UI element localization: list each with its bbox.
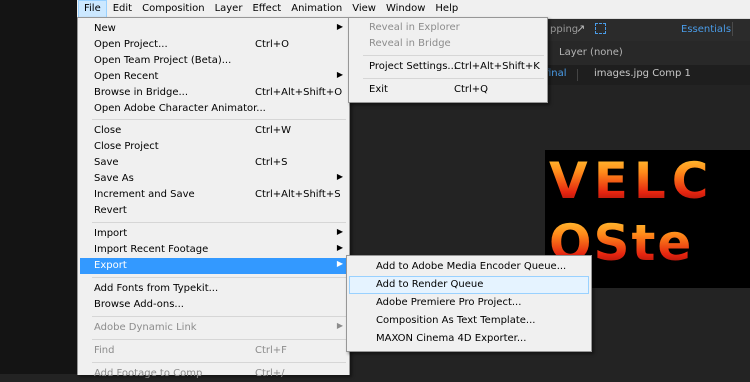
menu-item-revert[interactable]: Revert xyxy=(80,203,347,219)
submenu-arrow-icon: ▶ xyxy=(336,172,343,181)
comp-text-line-1: VELC xyxy=(549,152,715,210)
menu-effect[interactable]: Effect xyxy=(247,0,286,18)
menu-item-new[interactable]: New ▶ xyxy=(80,21,347,37)
menu-view[interactable]: View xyxy=(347,0,381,18)
snap-box-icon[interactable] xyxy=(595,23,606,34)
menu-item-browse-in-bridge[interactable]: Browse in Bridge... Ctrl+Alt+Shift+O xyxy=(80,85,347,101)
workspace-divider xyxy=(732,22,733,36)
menu-item-reveal-in-explorer[interactable]: Reveal in Explorer xyxy=(351,20,545,36)
submenu-arrow-icon: ▶ xyxy=(336,259,343,268)
menu-help[interactable]: Help xyxy=(430,0,463,18)
menu-edit[interactable]: Edit xyxy=(108,0,137,18)
menu-separator xyxy=(92,119,346,120)
submenu-arrow-icon: ▶ xyxy=(336,70,343,79)
menu-item-find[interactable]: Find Ctrl+F xyxy=(80,343,347,359)
menu-item-import[interactable]: Import ▶ xyxy=(80,226,347,242)
menu-item-open-character-animator[interactable]: Open Adobe Character Animator... xyxy=(80,101,347,117)
menu-separator xyxy=(92,339,346,340)
menu-separator xyxy=(363,55,544,56)
menu-item-premiere-pro-project[interactable]: Adobe Premiere Pro Project... xyxy=(349,295,589,311)
tab-divider xyxy=(577,69,578,81)
composition-tabs: final images.jpg Comp 1 xyxy=(545,65,750,85)
menu-item-reveal-in-bridge[interactable]: Reveal in Bridge xyxy=(351,36,545,52)
menu-animation[interactable]: Animation xyxy=(286,0,347,18)
submenu-arrow-icon: ▶ xyxy=(336,321,343,330)
menu-file[interactable]: File xyxy=(78,0,107,18)
menu-composition[interactable]: Composition xyxy=(137,0,209,18)
menu-separator xyxy=(92,277,346,278)
menu-item-maxon-cinema-4d-exporter[interactable]: MAXON Cinema 4D Exporter... xyxy=(349,331,589,347)
file-menu-column-2: Reveal in Explorer Reveal in Bridge Proj… xyxy=(348,17,548,103)
menu-item-open-project[interactable]: Open Project... Ctrl+O xyxy=(80,37,347,53)
snapping-arrow-icon[interactable]: ↗ xyxy=(576,22,585,35)
submenu-arrow-icon: ▶ xyxy=(336,22,343,31)
menu-window[interactable]: Window xyxy=(381,0,430,18)
menu-item-import-recent-footage[interactable]: Import Recent Footage ▶ xyxy=(80,242,347,258)
export-submenu: Add to Adobe Media Encoder Queue... Add … xyxy=(346,255,592,352)
workspace-essentials-button[interactable]: Essentials xyxy=(681,24,731,35)
menu-item-add-footage-to-comp[interactable]: Add Footage to Comp Ctrl+/ xyxy=(80,366,347,382)
left-panel-strip xyxy=(0,0,77,374)
menu-item-open-team-project[interactable]: Open Team Project (Beta)... xyxy=(80,53,347,69)
menu-item-save-as[interactable]: Save As ▶ xyxy=(80,171,347,187)
menu-item-export[interactable]: Export ▶ xyxy=(80,258,347,274)
menu-item-close[interactable]: Close Ctrl+W xyxy=(80,123,347,139)
tab-final[interactable]: final xyxy=(545,68,567,79)
menu-item-open-recent[interactable]: Open Recent ▶ xyxy=(80,69,347,85)
submenu-arrow-icon: ▶ xyxy=(336,243,343,252)
menu-item-add-to-media-encoder-queue[interactable]: Add to Adobe Media Encoder Queue... xyxy=(349,259,589,275)
menu-item-add-fonts-typekit[interactable]: Add Fonts from Typekit... xyxy=(80,281,347,297)
snapping-label: pping xyxy=(550,24,579,35)
menu-item-browse-addons[interactable]: Browse Add-ons... xyxy=(80,297,347,313)
submenu-arrow-icon: ▶ xyxy=(336,227,343,236)
menu-item-adobe-dynamic-link[interactable]: Adobe Dynamic Link ▶ xyxy=(80,320,347,336)
toolbar: pping ↗ Essentials xyxy=(545,19,750,41)
menu-item-close-project[interactable]: Close Project xyxy=(80,139,347,155)
menu-item-composition-as-text-template[interactable]: Composition As Text Template... xyxy=(349,313,589,329)
menu-separator xyxy=(92,316,346,317)
menu-layer[interactable]: Layer xyxy=(210,0,248,18)
menu-item-add-to-render-queue[interactable]: Add to Render Queue xyxy=(349,276,589,294)
menu-separator xyxy=(363,78,544,79)
menu-item-save[interactable]: Save Ctrl+S xyxy=(80,155,347,171)
menu-separator xyxy=(92,222,346,223)
menu-separator xyxy=(92,362,346,363)
layer-panel-header: Layer (none) xyxy=(545,41,750,65)
menu-item-exit[interactable]: Exit Ctrl+Q xyxy=(351,82,545,98)
menu-item-increment-and-save[interactable]: Increment and Save Ctrl+Alt+Shift+S xyxy=(80,187,347,203)
file-menu: New ▶ Open Project... Ctrl+O Open Team P… xyxy=(77,17,350,379)
layer-none-label: Layer (none) xyxy=(559,47,623,58)
menu-item-project-settings[interactable]: Project Settings... Ctrl+Alt+Shift+K xyxy=(351,59,545,75)
tab-images-comp[interactable]: images.jpg Comp 1 xyxy=(594,68,691,79)
